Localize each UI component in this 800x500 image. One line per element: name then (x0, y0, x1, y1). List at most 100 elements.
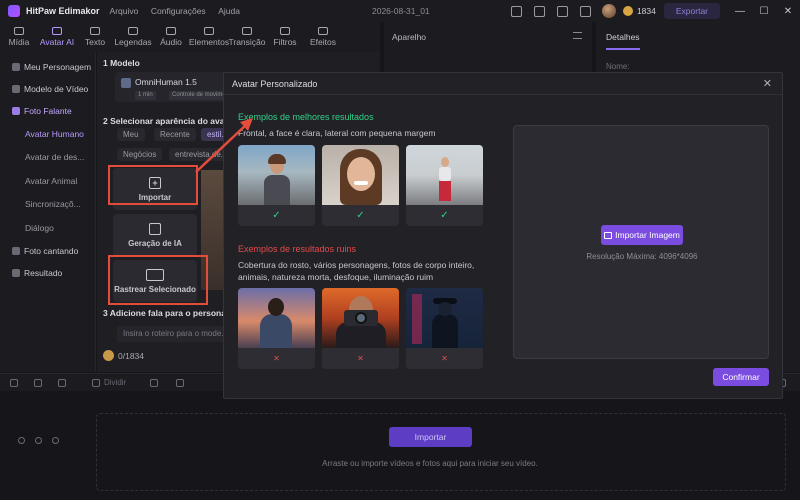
tool-tabs: Mídia Avatar AI Texto Legendas Áudio Ele… (0, 22, 380, 52)
sidebar-item-resultado[interactable]: Resultado (0, 262, 95, 284)
check-icon: ✓ (272, 210, 281, 221)
text-track-icon[interactable] (176, 379, 184, 387)
video-template-icon (12, 85, 20, 93)
import-image-button[interactable]: Importar Imagem (601, 225, 683, 245)
layout-icon[interactable] (510, 5, 522, 17)
feedback-icon[interactable] (533, 5, 545, 17)
avatar-ai-icon (52, 27, 62, 35)
figure-head (438, 302, 452, 316)
tab-audio[interactable]: Áudio (152, 22, 190, 52)
eye-icon[interactable] (35, 437, 42, 444)
filters-icon (280, 27, 290, 35)
step-appearance-title: 2 Selecionar aparência do avat... (103, 116, 235, 126)
redo-icon[interactable] (34, 379, 42, 387)
good-example-1: ✓ (238, 145, 315, 226)
menu-configuracoes[interactable]: Configurações (151, 6, 206, 16)
download-icon[interactable] (556, 5, 568, 17)
ai-generation-tile[interactable]: Geração de IA (113, 214, 197, 256)
maximize-button[interactable]: ☐ (752, 6, 776, 17)
coin-icon (622, 6, 633, 16)
bad-example-3: ✕ (406, 288, 483, 369)
tab-midia[interactable]: Mídia (0, 22, 38, 52)
cross-icon: ✕ (357, 354, 364, 363)
track-controls (18, 437, 69, 444)
sidebar-item-label: Modelo de Vídeo (24, 84, 89, 94)
confirm-button[interactable]: Confirmar (713, 368, 769, 386)
dialog-title: Avatar Personalizado (232, 79, 318, 89)
tab-efeitos[interactable]: Efeitos (304, 22, 342, 52)
talking-photo-icon (12, 107, 20, 115)
tab-label: Filtros (273, 37, 297, 47)
sidebar-sub-sincronizacao[interactable]: Sincronizaçõ... (0, 193, 95, 217)
tab-elementos[interactable]: Elementos (188, 22, 230, 52)
help-icon[interactable] (579, 5, 591, 17)
cross-icon: ✕ (273, 354, 280, 363)
example-image (322, 288, 399, 348)
lock-icon[interactable] (18, 437, 25, 444)
elements-icon (204, 27, 214, 35)
shield-icon[interactable] (150, 379, 158, 387)
tab-label: Áudio (160, 37, 182, 47)
sidebar-sub-avatar-desenho[interactable]: Avatar de des... (0, 146, 95, 170)
bad-example-2: ✕ (322, 288, 399, 369)
custom-avatar-dialog: Avatar Personalizado ✕ Exemplos de melho… (223, 72, 783, 399)
user-avatar[interactable] (601, 4, 616, 18)
split-label[interactable]: Dividir (104, 378, 126, 387)
tab-transicao[interactable]: Transição (228, 22, 266, 52)
close-icon[interactable]: ✕ (763, 77, 772, 90)
script-input[interactable]: Insira o roteiro para o mode... (117, 326, 237, 342)
tab-label: Avatar AI (39, 37, 75, 47)
sidebar-item-label: Resultado (24, 267, 63, 278)
delete-icon[interactable] (58, 379, 66, 387)
export-button[interactable]: Exportar (663, 3, 720, 19)
bad-examples-desc: Cobertura do rosto, vários personagens, … (238, 260, 475, 282)
menu-arquivo[interactable]: Arquivo (110, 6, 139, 16)
figure-pants (439, 181, 451, 201)
menu-ajuda[interactable]: Ajuda (218, 6, 240, 16)
text-icon (90, 27, 100, 35)
chip-recente[interactable]: Recente (154, 128, 196, 141)
split-icon[interactable] (92, 379, 100, 387)
check-icon: ✓ (440, 210, 449, 221)
example-image (406, 288, 483, 348)
tab-legendas[interactable]: Legendas (114, 22, 152, 52)
ai-tile-label: Geração de IA (128, 238, 182, 248)
chip-negocios[interactable]: Negócios (117, 148, 163, 161)
figure-body (264, 175, 290, 205)
sidebar-sub-avatar-animal[interactable]: Avatar Animal (0, 169, 95, 193)
close-window-button[interactable]: ✕ (776, 6, 800, 17)
sidebar-item-label: Meu Personagem (24, 62, 92, 72)
timeline-hint: Arraste ou importe vídeos e fotos aqui p… (322, 459, 538, 468)
tab-filtros[interactable]: Filtros (266, 22, 304, 52)
image-dropzone[interactable]: Importar Imagem Resolução Máxima: 4096*4… (513, 125, 769, 359)
titlebar-actions: 1834 Exportar — ☐ ✕ (505, 0, 800, 22)
tab-label: Elementos (188, 37, 230, 47)
sidebar-item-foto-falante[interactable]: Foto Falante (0, 100, 95, 122)
app-logo-icon (8, 5, 20, 17)
figure-head (441, 157, 449, 167)
chip-meu[interactable]: Meu (117, 128, 145, 141)
mute-icon[interactable] (52, 437, 59, 444)
sidebar-sub-dialogo[interactable]: Diálogo (0, 216, 95, 240)
figure-body (260, 314, 292, 348)
figure-hair (268, 154, 286, 164)
export-label: Exportar (675, 6, 708, 16)
sidebar-item-meu-personagem[interactable]: Meu Personagem (0, 56, 95, 78)
tab-detalhes[interactable]: Detalhes (606, 32, 640, 50)
model-tag-duration: 1 min (135, 91, 156, 100)
timeline-import-button[interactable]: Importar (389, 427, 472, 447)
import-image-label: Importar Imagem (615, 230, 680, 240)
name-label: Nome: (606, 62, 630, 71)
model-icon (121, 78, 131, 88)
timeline-dropzone[interactable] (96, 413, 786, 491)
tab-avatar-ai[interactable]: Avatar AI (38, 22, 76, 52)
sidebar-item-modelo-video[interactable]: Modelo de Vídeo (0, 78, 95, 100)
minimize-button[interactable]: — (728, 6, 752, 17)
sidebar-sub-avatar-humano[interactable]: Avatar Humano (0, 122, 95, 146)
menu-icon[interactable] (573, 32, 582, 39)
result-icon (12, 268, 20, 277)
tab-label: Legendas (114, 37, 152, 47)
undo-icon[interactable] (10, 379, 18, 387)
sidebar-item-foto-cantando[interactable]: Foto cantando (0, 240, 95, 262)
tab-texto[interactable]: Texto (76, 22, 114, 52)
